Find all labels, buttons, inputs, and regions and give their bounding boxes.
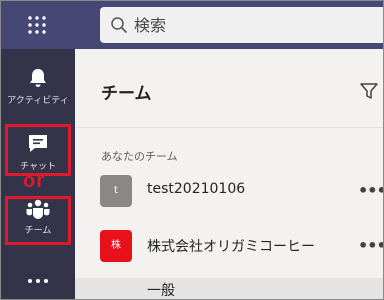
search-box[interactable] — [100, 7, 383, 43]
more-options-icon[interactable]: ••• — [358, 236, 383, 255]
rail-item-more[interactable] — [1, 278, 75, 284]
panel-header: チーム — [75, 49, 383, 128]
filter-icon[interactable] — [359, 81, 379, 101]
highlight-box-teams — [5, 196, 71, 245]
search-icon — [110, 16, 128, 34]
team-avatar: 株 — [100, 230, 132, 262]
team-name: 株式会社オリガミコーヒー — [147, 239, 315, 255]
team-row[interactable]: t test20210106 ••• — [75, 168, 383, 216]
app-window: アクティビティ チャット — [0, 0, 384, 300]
more-options-icon[interactable]: ••• — [358, 181, 383, 200]
channel-row-general[interactable]: 一般 — [75, 278, 383, 299]
top-bar — [1, 1, 383, 49]
team-avatar: t — [100, 175, 132, 207]
highlight-box-chat — [5, 124, 71, 176]
search-input[interactable] — [134, 7, 374, 43]
team-name: test20210106 — [147, 181, 246, 197]
or-annotation-label: or — [23, 170, 45, 192]
channel-name: 一般 — [147, 283, 175, 299]
team-row[interactable]: 株 株式会社オリガミコーヒー ••• — [75, 223, 383, 271]
bell-icon — [1, 67, 75, 89]
teams-panel: チーム あなたのチーム t test20210106 ••• 株 株式会社オリガ… — [75, 49, 383, 299]
rail-item-activity[interactable]: アクティビティ — [1, 67, 75, 106]
rail-label-activity: アクティビティ — [7, 96, 69, 106]
page-title: チーム — [101, 84, 152, 104]
section-label-your-teams: あなたのチーム — [101, 150, 178, 163]
more-icon — [1, 278, 75, 284]
app-launcher-icon[interactable] — [26, 14, 48, 36]
